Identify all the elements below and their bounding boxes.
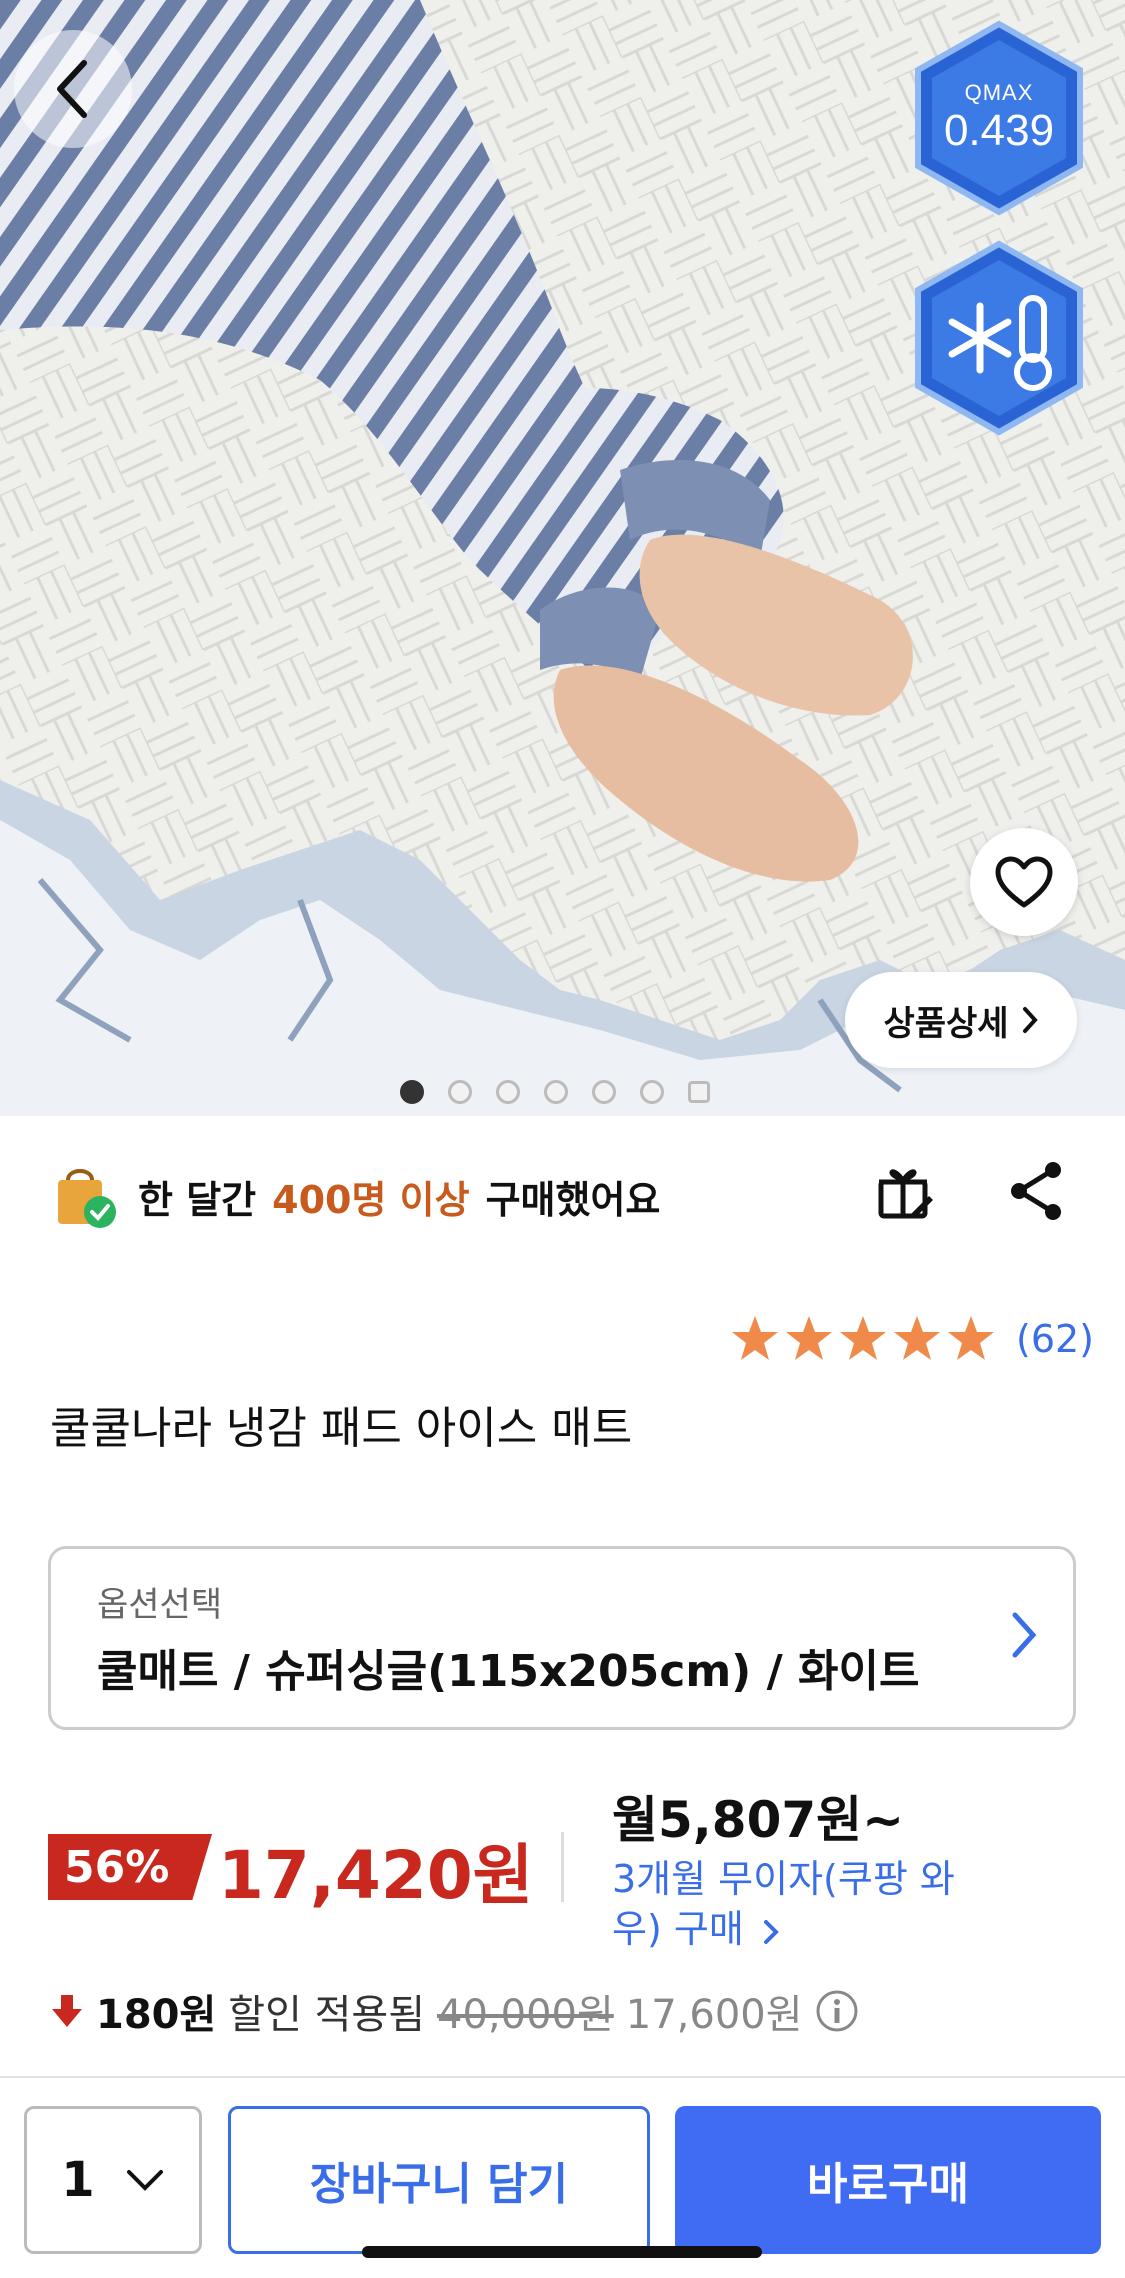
buy-now-button[interactable]: 바로구매 <box>675 2106 1101 2254</box>
chevron-right-icon <box>763 1920 779 1945</box>
carousel-dot[interactable] <box>592 1080 616 1104</box>
chevron-left-icon <box>57 60 87 118</box>
discount-amount: 180원 <box>96 1992 217 2038</box>
product-title: 쿨쿨나라 냉감 패드 아이스 매트 <box>50 1403 633 1454</box>
carousel-grid-dot[interactable] <box>688 1081 710 1103</box>
shopping-bag-icon <box>58 1169 116 1228</box>
original-price: 40,000원 <box>437 1992 614 2038</box>
info-icon[interactable] <box>815 1989 859 2033</box>
option-selector[interactable]: 옵션선택 쿨매트 / 슈퍼싱글(115x205cm) / 화이트 <box>48 1546 1076 1730</box>
qmax-value: 0.439 <box>943 106 1055 155</box>
share-icon[interactable] <box>1007 1160 1065 1222</box>
discount-applied-label: 할인 적용됨 <box>228 1992 426 2038</box>
star-rating-icon <box>732 1316 994 1360</box>
qmax-label: QMAX <box>964 80 1034 105</box>
carousel-dot[interactable] <box>640 1080 664 1104</box>
discount-info: 180원 할인 적용됨 40,000원 17,600원 <box>50 1982 859 2040</box>
banner-text-before: 한 달간 <box>138 1177 257 1222</box>
gift-rocket-icon[interactable] <box>875 1160 937 1222</box>
carousel-dot[interactable] <box>496 1080 520 1104</box>
carousel-dot[interactable] <box>544 1080 568 1104</box>
arrow-down-icon <box>52 1995 82 2027</box>
banner-highlight: 400명 이상 <box>272 1177 470 1222</box>
back-button[interactable] <box>14 30 132 148</box>
monthly-price: 월5,807원~ <box>612 1791 905 1849</box>
product-detail-button[interactable]: 상품상세 <box>845 972 1077 1068</box>
heart-icon <box>995 856 1053 908</box>
carousel-dot[interactable] <box>400 1080 424 1104</box>
installment-label: 3개월 무이자(쿠팡 와우) 구매 <box>612 1857 955 1952</box>
carousel-indicator <box>400 1080 710 1104</box>
quantity-value: 1 <box>61 2152 95 2208</box>
option-label: 옵션선택 <box>97 1585 223 1625</box>
purchase-count-banner: 한 달간 400명 이상 구매했어요 <box>50 1160 660 1232</box>
quantity-select[interactable]: 1 <box>24 2106 202 2254</box>
product-detail-label: 상품상세 <box>883 1003 1009 1044</box>
banner-text-after: 구매했어요 <box>485 1177 661 1222</box>
home-indicator <box>362 2246 762 2258</box>
qmax-badge: QMAX 0.439 <box>910 20 1088 216</box>
review-count[interactable]: (62) <box>1016 1317 1094 1361</box>
wishlist-button[interactable] <box>970 828 1078 936</box>
purchase-action-bar: 1 장바구니 담기 바로구매 <box>0 2076 1125 2278</box>
rating[interactable]: (62) <box>730 1314 1094 1364</box>
product-image-carousel[interactable]: QMAX 0.439 상품상세 <box>0 0 1125 1116</box>
carousel-dot[interactable] <box>448 1080 472 1104</box>
price-before-coupon: 17,600원 <box>625 1992 803 2038</box>
discount-rate-badge: 56% <box>48 1834 212 1900</box>
option-value: 쿨매트 / 슈퍼싱글(115x205cm) / 화이트 <box>97 1646 920 1697</box>
sale-price: 17,420원 <box>218 1837 534 1914</box>
add-to-cart-button[interactable]: 장바구니 담기 <box>228 2106 650 2254</box>
chevron-right-icon <box>1012 1612 1037 1658</box>
cooling-badge <box>910 240 1088 436</box>
chevron-down-icon <box>126 2170 163 2191</box>
chevron-right-icon <box>1022 1007 1038 1033</box>
price-divider <box>561 1832 564 1902</box>
installment-link[interactable]: 3개월 무이자(쿠팡 와우) 구매 <box>612 1854 972 1954</box>
banner-actions <box>875 1160 1065 1222</box>
